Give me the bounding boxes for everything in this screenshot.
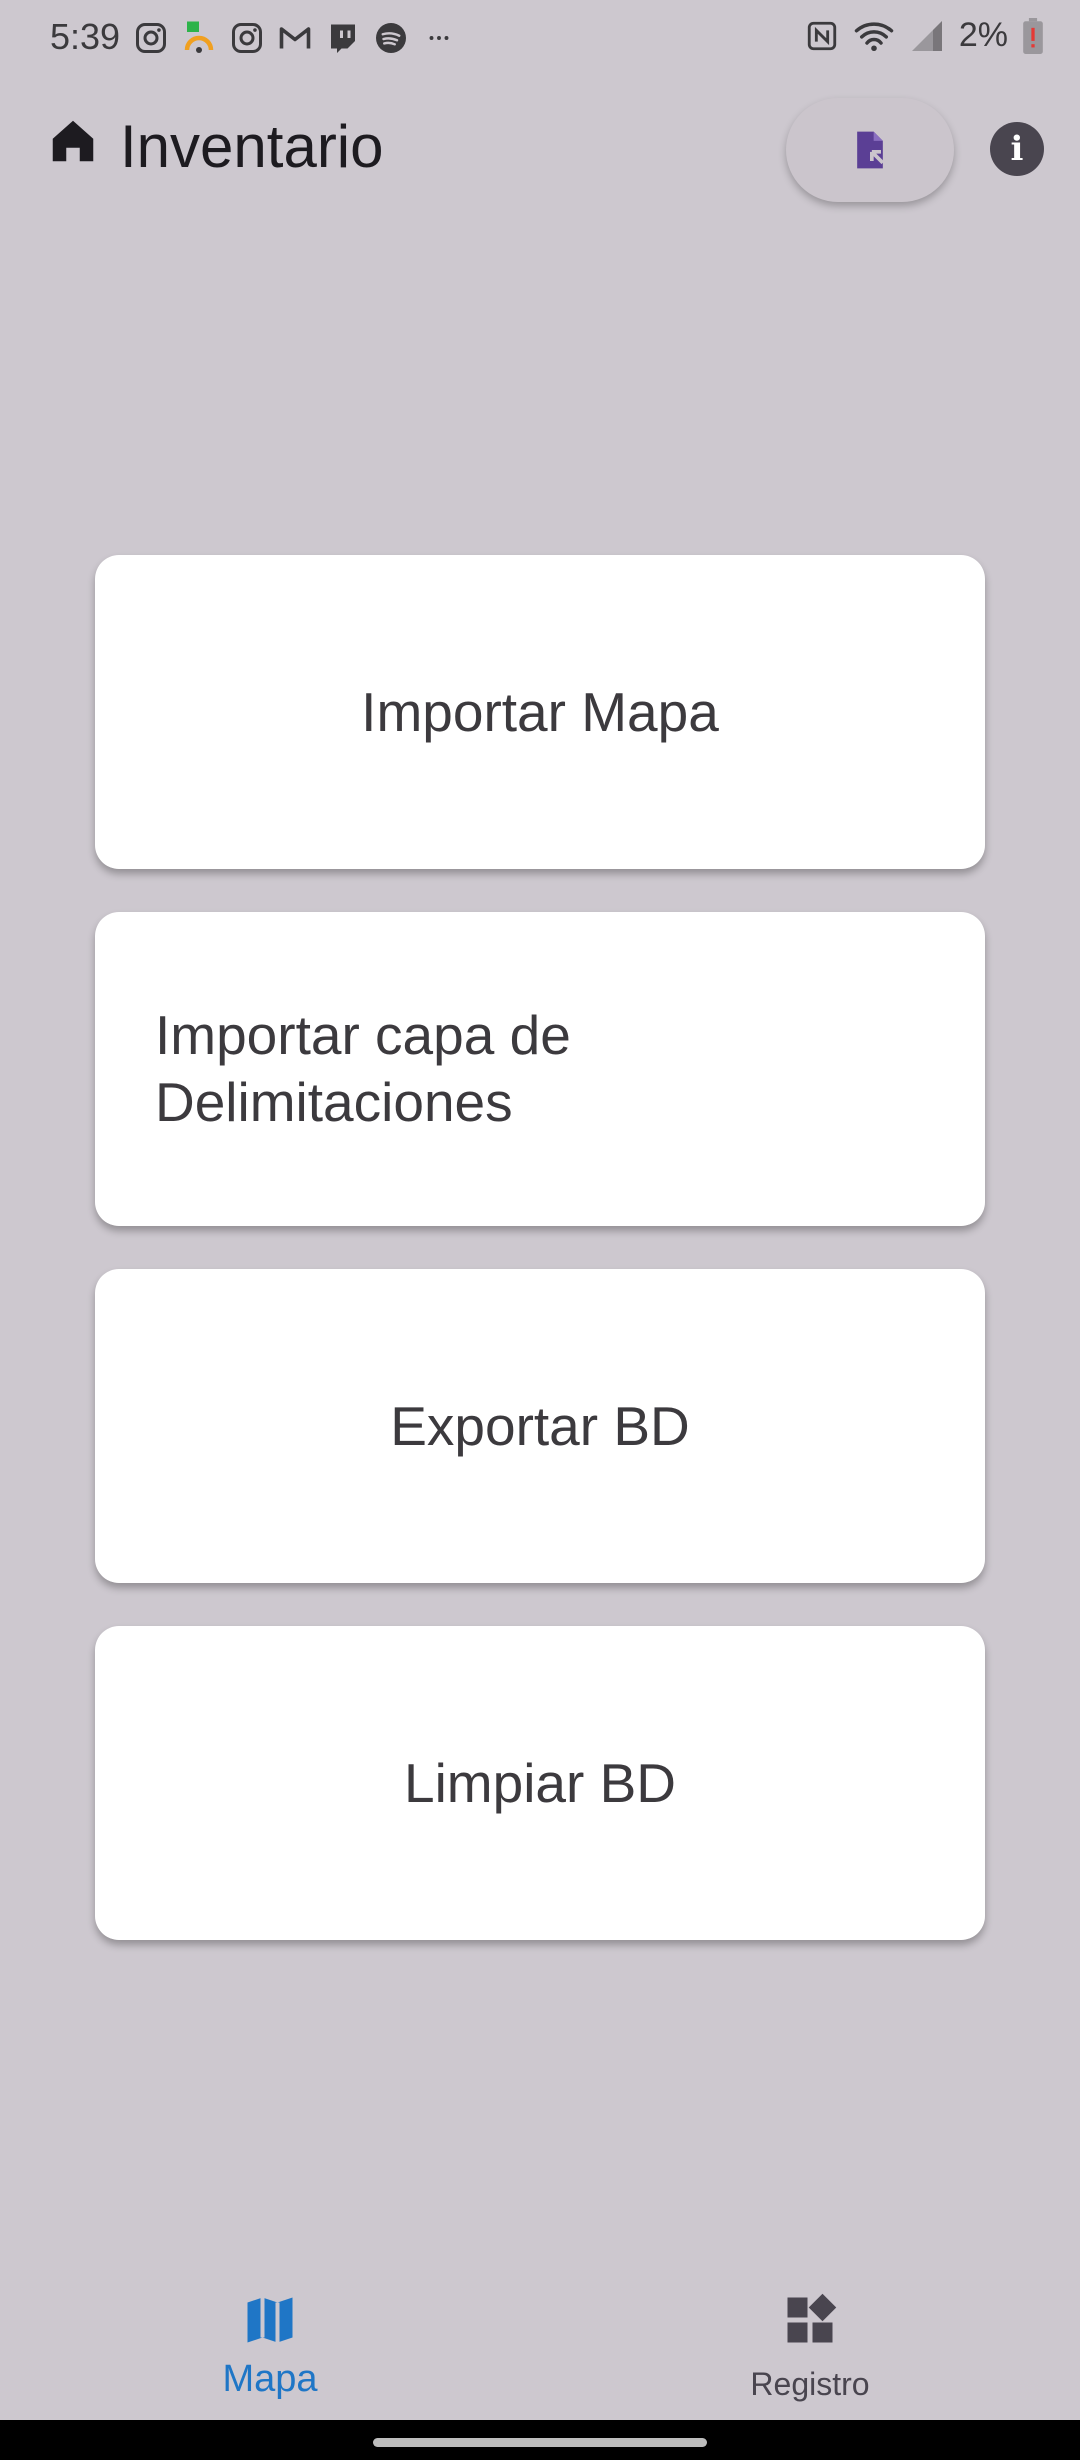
twitch-icon bbox=[331, 24, 355, 53]
info-icon: i bbox=[1010, 129, 1024, 169]
import-map-label: Importar Mapa bbox=[361, 680, 719, 743]
app-bar: Inventario i bbox=[0, 92, 1080, 212]
widgets-icon bbox=[787, 2293, 837, 2343]
export-db-label: Exportar BD bbox=[390, 1394, 690, 1457]
page-title: Inventario bbox=[120, 113, 384, 180]
instagram-icon bbox=[232, 23, 262, 53]
import-delimitations-label: Importar capa de Delimitaciones bbox=[155, 1004, 571, 1133]
status-bar: 5:39 2% bbox=[0, 0, 1080, 80]
instagram-icon bbox=[136, 23, 166, 53]
notification-icons bbox=[133, 20, 457, 56]
nav-item-registro[interactable]: Registro bbox=[660, 2260, 960, 2420]
wifi-icon bbox=[854, 21, 894, 51]
system-navigation-bar bbox=[0, 2420, 1080, 2460]
home-icon[interactable] bbox=[46, 114, 100, 168]
nfc-icon bbox=[807, 21, 837, 50]
import-map-button[interactable]: Importar Mapa bbox=[95, 555, 985, 869]
td-app-icon bbox=[184, 21, 214, 53]
export-db-button[interactable]: Exportar BD bbox=[95, 1269, 985, 1583]
map-icon bbox=[247, 2297, 293, 2343]
import-delimitations-button[interactable]: Importar capa de Delimitaciones bbox=[95, 912, 985, 1226]
more-dots-icon bbox=[429, 36, 449, 40]
signal-icon bbox=[911, 20, 942, 51]
status-time: 5:39 bbox=[50, 16, 121, 57]
nav-label-registro: Registro bbox=[750, 2366, 870, 2402]
clear-db-button[interactable]: Limpiar BD bbox=[95, 1626, 985, 1940]
spotify-icon bbox=[376, 23, 406, 53]
file-import-button[interactable] bbox=[786, 98, 954, 202]
battery-low-icon bbox=[1023, 17, 1043, 54]
battery-percent: 2% bbox=[958, 16, 1008, 54]
file-import-icon bbox=[857, 131, 885, 169]
status-right-icons: 2% bbox=[805, 16, 1044, 55]
nav-item-mapa[interactable]: Mapa bbox=[120, 2260, 420, 2420]
clear-db-label: Limpiar BD bbox=[403, 1751, 677, 1814]
gesture-handle[interactable] bbox=[373, 2438, 707, 2447]
info-button[interactable]: i bbox=[990, 122, 1044, 176]
bottom-navigation: Mapa Registro bbox=[0, 2260, 1080, 2420]
gmail-icon bbox=[279, 27, 311, 49]
nav-label-mapa: Mapa bbox=[222, 2358, 318, 2400]
